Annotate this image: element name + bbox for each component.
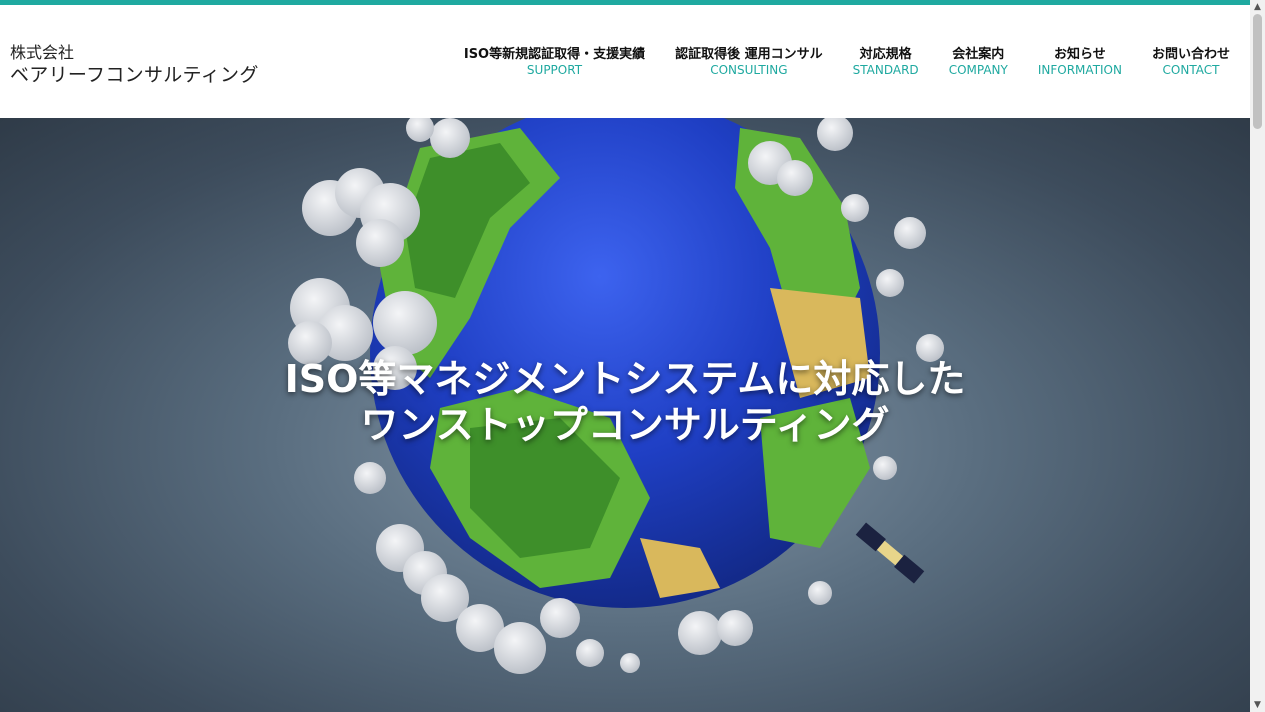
nav-item-standard[interactable]: 対応規格 STANDARD	[853, 46, 919, 78]
scroll-up-icon[interactable]: ▲	[1250, 0, 1265, 14]
scroll-down-icon[interactable]: ▼	[1250, 698, 1265, 712]
nav-item-support[interactable]: ISO等新規認証取得・支援実績 SUPPORT	[464, 46, 645, 78]
satellite-icon	[855, 522, 925, 584]
nav-label: ISO等新規認証取得・支援実績	[463, 47, 646, 62]
logo-company-name: ベアリーフコンサルティング	[10, 64, 259, 86]
nav-sublabel: CONSULTING	[710, 63, 788, 77]
nav-label: お知らせ	[1054, 47, 1106, 62]
main-nav: ISO等新規認証取得・支援実績 SUPPORT 認証取得後 運用コンサル CON…	[464, 46, 1230, 78]
hero-headline: ISO等マネジメントシステムに対応した ワンストップコンサルティング	[0, 356, 1250, 448]
nav-sublabel: CONTACT	[1162, 63, 1220, 77]
nav-label: 対応規格	[859, 47, 912, 62]
scrollbar-thumb[interactable]	[1253, 14, 1262, 129]
nav-label: お問い合わせ	[1151, 47, 1230, 62]
nav-item-contact[interactable]: お問い合わせ CONTACT	[1152, 46, 1230, 78]
nav-label: 会社案内	[952, 47, 1005, 62]
hero-headline-line1: ISO等マネジメントシステムに対応した	[284, 357, 966, 401]
site-header: 株式会社 ベアリーフコンサルティング ISO等新規認証取得・支援実績 SUPPO…	[0, 5, 1250, 118]
site-logo[interactable]: 株式会社 ベアリーフコンサルティング	[10, 43, 259, 87]
nav-item-information[interactable]: お知らせ INFORMATION	[1038, 46, 1122, 78]
nav-sublabel: SUPPORT	[526, 63, 583, 77]
logo-company-type: 株式会社	[10, 43, 75, 62]
hero-banner: ISO等マネジメントシステムに対応した ワンストップコンサルティング	[0, 118, 1250, 712]
page-scrollbar[interactable]: ▲ ▼	[1250, 0, 1265, 712]
nav-sublabel: STANDARD	[852, 63, 919, 77]
nav-label: 認証取得後 運用コンサル	[675, 47, 823, 62]
nav-item-consulting[interactable]: 認証取得後 運用コンサル CONSULTING	[675, 46, 823, 78]
hero-headline-line2: ワンストップコンサルティング	[360, 403, 890, 447]
nav-sublabel: COMPANY	[948, 63, 1008, 77]
nav-item-company[interactable]: 会社案内 COMPANY	[949, 46, 1008, 78]
nav-sublabel: INFORMATION	[1037, 63, 1122, 77]
